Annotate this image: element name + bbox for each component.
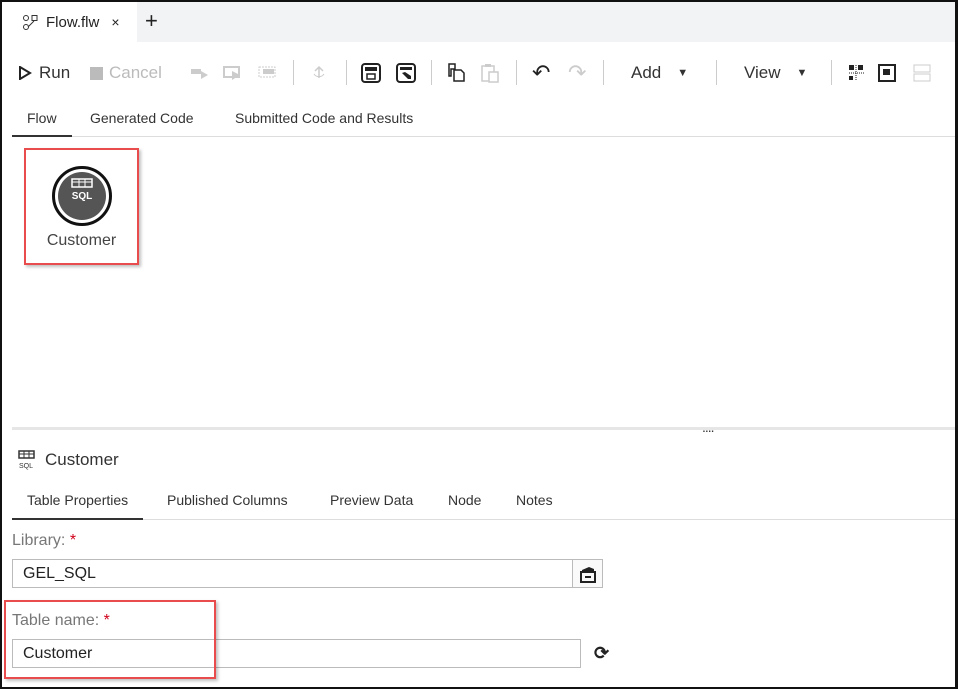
new-tab-button[interactable]: +: [145, 8, 158, 34]
toolbar-divider: [831, 60, 832, 85]
redo-button[interactable]: ↷: [568, 58, 586, 88]
tab-node[interactable]: Node: [448, 485, 481, 520]
run-button[interactable]: Run: [18, 58, 70, 88]
undo-icon: ↶: [532, 60, 551, 85]
save-button[interactable]: [361, 58, 381, 88]
run-from-node-button[interactable]: [190, 58, 210, 88]
run-from-icon: [191, 69, 208, 79]
toggle-panel-button[interactable]: [878, 58, 896, 88]
flow-node-customer[interactable]: SQL Customer: [24, 148, 139, 265]
tab-generated-code[interactable]: Generated Code: [90, 105, 194, 137]
run-to-node-button[interactable]: [258, 58, 278, 88]
properties-title: Customer: [45, 450, 119, 469]
highlight-box: [4, 600, 216, 679]
splitter-grip-icon[interactable]: ....: [702, 419, 715, 435]
run-node-icon: [223, 66, 240, 80]
layout-icon: [849, 65, 865, 81]
toolbar-divider: [431, 60, 432, 85]
save-as-button[interactable]: [396, 58, 416, 88]
paste-icon: [481, 64, 499, 83]
required-mark: *: [69, 532, 77, 549]
upload-icon: [313, 65, 325, 78]
panel-splitter[interactable]: [12, 427, 955, 430]
copy-button[interactable]: [448, 58, 466, 88]
refresh-icon[interactable]: ⟳: [594, 643, 609, 664]
toolbar-divider: [346, 60, 347, 85]
split-view-icon: [913, 64, 931, 82]
view-tabs: Flow Generated Code Submitted Code and R…: [12, 105, 955, 137]
toolbar-divider: [603, 60, 604, 85]
view-label: View: [744, 63, 781, 82]
save-as-icon: [396, 63, 416, 83]
stop-icon: [90, 66, 103, 80]
flow-canvas[interactable]: [2, 137, 955, 427]
save-icon: [361, 63, 381, 83]
tab-submitted-code-results[interactable]: Submitted Code and Results: [235, 105, 413, 137]
tab-published-columns[interactable]: Published Columns: [167, 485, 288, 520]
layout-button[interactable]: [848, 58, 866, 88]
tab-notes[interactable]: Notes: [516, 485, 553, 520]
close-tab-icon[interactable]: ×: [111, 14, 119, 30]
flow-icon: [23, 15, 38, 30]
library-field[interactable]: GEL_SQL: [12, 559, 573, 588]
tab-flow[interactable]: Flow: [12, 105, 72, 137]
library-label: Library: *: [12, 532, 76, 550]
undo-button[interactable]: ↶: [532, 58, 550, 88]
paste-button[interactable]: [481, 58, 499, 88]
properties-tabs: Table Properties Published Columns Previ…: [12, 485, 955, 520]
toolbar: Run Cancel ↶ ↷ Add ▼ View ▼: [18, 58, 948, 88]
toolbar-divider: [716, 60, 717, 85]
library-browse-icon: [579, 566, 596, 583]
cancel-button[interactable]: Cancel: [90, 58, 162, 88]
cancel-label: Cancel: [109, 63, 162, 82]
upload-button[interactable]: [311, 58, 327, 88]
add-label: Add: [631, 63, 662, 82]
add-menu-button[interactable]: Add ▼: [631, 58, 688, 88]
sql-icon-text: SQL: [19, 463, 33, 470]
sql-table-node-icon: SQL: [52, 166, 112, 226]
redo-icon: ↷: [568, 60, 587, 85]
toolbar-divider: [516, 60, 517, 85]
table-grid-icon: [71, 178, 93, 188]
tab-preview-data[interactable]: Preview Data: [330, 485, 413, 520]
tab-table-properties[interactable]: Table Properties: [12, 485, 144, 520]
node-label: Customer: [46, 232, 117, 249]
chevron-down-icon: ▼: [677, 67, 689, 79]
document-tab-bar: Flow.flw × +: [2, 2, 955, 42]
split-view-button[interactable]: [913, 58, 931, 88]
run-to-icon: [258, 66, 276, 78]
panel-icon: [878, 64, 896, 82]
properties-header: SQL Customer: [18, 450, 119, 470]
sql-table-icon: SQL: [18, 450, 35, 470]
library-label-text: Library:: [12, 532, 66, 549]
node-icon-text: SQL: [71, 191, 93, 202]
copy-icon: [448, 63, 465, 82]
run-node-button[interactable]: [223, 58, 243, 88]
browse-library-button[interactable]: [572, 559, 603, 588]
view-menu-button[interactable]: View ▼: [744, 58, 807, 88]
tab-title: Flow.flw: [46, 13, 100, 31]
run-label: Run: [39, 63, 71, 82]
tab-flow-file[interactable]: Flow.flw ×: [2, 2, 137, 42]
toolbar-divider: [293, 60, 294, 85]
chevron-down-icon: ▼: [796, 67, 808, 79]
play-icon: [19, 66, 32, 80]
